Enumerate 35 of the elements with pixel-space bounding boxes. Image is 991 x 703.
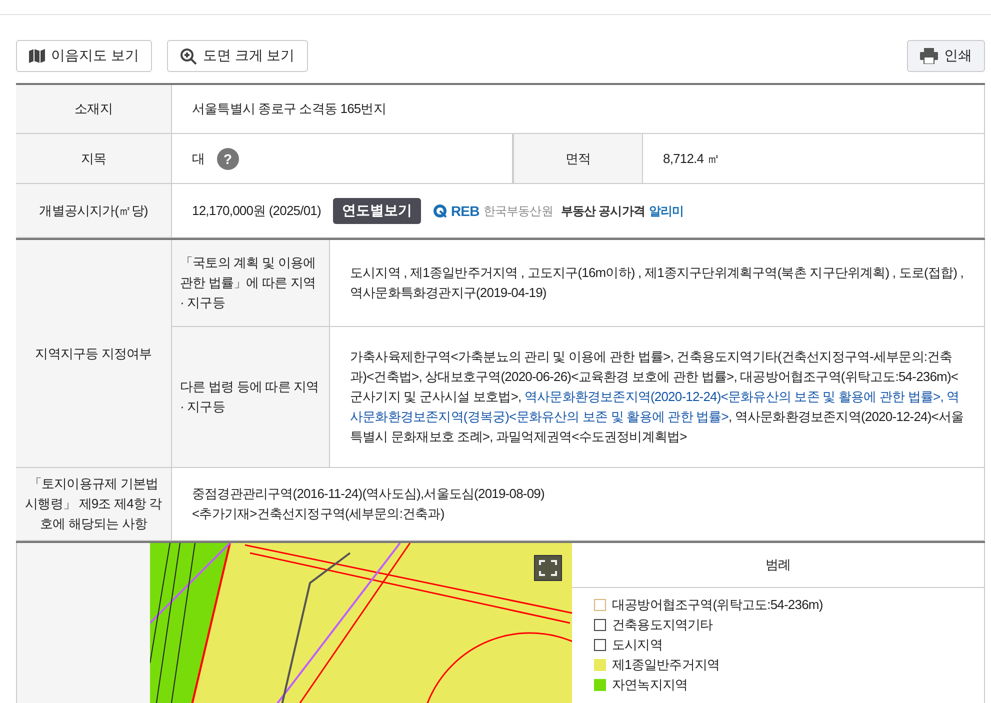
yearly-view-button[interactable]: 연도별보기	[332, 198, 421, 224]
row-label: 면적	[513, 134, 643, 183]
price-value: 12,170,000원 (2025/01)	[192, 202, 321, 220]
row-label: 「토지이용규제 기본법 시행령」 제9조 제4항 각 호에 해당되는 사항	[16, 468, 172, 541]
zoom-in-icon	[180, 48, 197, 64]
logo-service: 부동산 공시가격	[560, 202, 646, 220]
row-label: 지역지구등 지정여부	[16, 240, 172, 468]
fullscreen-button[interactable]	[534, 555, 562, 581]
printer-icon	[920, 48, 938, 64]
sub-label: 「국토의 계획 및 이용에 관한 법률」에 따른 지역 · 지구등	[172, 240, 330, 327]
sub-label: 다른 법령 등에 따른 지역 · 지구등	[172, 327, 330, 468]
help-icon[interactable]: ?	[216, 148, 239, 170]
area-value: 8,712.4 ㎡	[662, 150, 720, 168]
logo-icon	[432, 204, 447, 218]
map-icon	[29, 49, 45, 63]
legend-label: 제1종일반주거지역	[612, 656, 720, 674]
zoom-view-button[interactable]: 도면 크게 보기	[166, 40, 308, 72]
legend-title: 범례	[572, 543, 984, 588]
logo-org: 한국부동산원	[483, 202, 553, 220]
print-button[interactable]: 인쇄	[907, 40, 985, 72]
zoning-text: 도시지역 , 제1종일반주거지역 , 고도지구(16m이하) , 제1종지구단위계획구역(북촌 지구단위계획) , 도로(접합) , 역사문화특화경관지구(2019-04-19)	[350, 264, 964, 302]
fullscreen-icon	[539, 560, 557, 576]
legend-label: 도시지역	[612, 636, 662, 654]
row-label: 개별공시지가(㎡당)	[16, 184, 172, 238]
row-label: 소재지	[16, 85, 172, 134]
legend-label: 자연녹지지역	[612, 676, 688, 694]
regulation-text: 중점경관관리구역(2016-11-24)(역사도심),서울도심(2019-08-09) <추가기재>건축선지정구역(세부문의:건축과)	[172, 468, 985, 541]
legend-label: 건축용도지역기타	[612, 616, 713, 634]
legend-label: 대공방어협조구역(위탁고도:54-236m)	[612, 596, 823, 614]
logo-highlight: 알리미	[649, 202, 684, 220]
logo-mark: REB	[450, 202, 480, 220]
zoning-text: 가축사육제한구역<가축분뇨의 관리 및 이용에 관한 법률>, 건축용도지역기타(건축선지정구역-세부문의:건축과)<건축법>, 상대보호구역(2020-06-26)<교육환경 보호에 관한 법률>, 대공방어협조구역(위탁고도:54-236m)<군사기지 및 군사시설 보호법>, 역사문화환경보존지역(2020-12-24)<문화유산의 보존 및 활용에 관한 법률>, 역사문화환경보존지역(경복궁)<문화유산의 보존 및 활용에 관한 법률>, 역사문화환경보존지역(2020-12-24)<서울특별시 문화재보호 조례>, 과밀억제권역<수도권정비계획법>	[350, 348, 964, 446]
land-category-value: 대	[192, 150, 205, 168]
map-view-button[interactable]: 이음지도 보기	[16, 40, 152, 72]
row-label: 지목	[16, 134, 172, 184]
